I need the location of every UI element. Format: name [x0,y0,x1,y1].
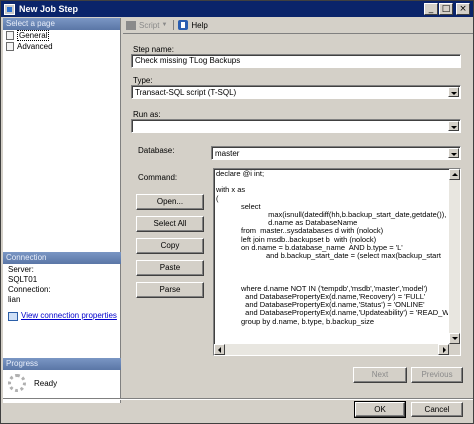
select-all-button[interactable]: Select All [136,216,204,232]
paste-button[interactable]: Paste [136,260,204,276]
type-select[interactable]: Transact-SQL script (T-SQL) [131,85,461,99]
progress-spinner-icon [8,374,26,392]
page-item-label: General [17,30,50,41]
run-as-select[interactable] [131,119,461,133]
script-icon [126,20,136,30]
connection-details: Server: SQLT01 Connection: lian View con… [3,265,121,321]
type-select-value: Transact-SQL script (T-SQL) [135,88,237,97]
page-item-advanced[interactable]: Advanced [3,41,120,52]
view-connection-properties-label: View connection properties [21,311,117,320]
command-line [216,178,448,186]
chevron-down-icon[interactable] [448,87,459,97]
toolbar-separator [173,20,175,30]
database-select-value: master [215,149,240,158]
type-label: Type: [133,76,153,85]
connection-value: lian [8,295,21,304]
connection-header: Connection [3,252,121,264]
page-icon [6,42,14,51]
cancel-button[interactable]: Cancel [411,402,463,417]
command-line: group by d.name, b.type, b.backup_size [216,316,375,326]
command-line: with x as [216,185,246,195]
title-bar[interactable]: New Job Step _ □ × [1,1,473,17]
progress-status: Ready [8,374,57,392]
scroll-down-icon[interactable] [449,333,460,344]
parse-button[interactable]: Parse [136,282,204,298]
command-line: and b.backup_start_date = (select max(ba… [216,251,441,261]
chevron-down-icon[interactable] [448,121,459,131]
ok-button[interactable]: OK [354,401,406,418]
job-step-window: New Job Step _ □ × Select a page General… [0,0,474,424]
run-as-label: Run as: [133,110,161,119]
view-connection-properties-link[interactable]: View connection properties [8,311,121,321]
server-value: SQLT01 [8,275,38,284]
scroll-right-icon[interactable] [438,344,449,355]
open-button[interactable]: Open... [136,194,204,210]
close-button[interactable]: × [456,3,470,15]
scrollbar-corner [449,344,460,355]
connection-section: Connection [3,252,121,264]
select-page-header: Select a page [3,18,120,30]
maximize-button[interactable]: □ [439,3,453,15]
footer-divider [3,398,473,400]
window-title: New Job Step [19,4,79,14]
toolbar: Script ▼ Help [123,18,473,32]
server-label: Server: [8,265,34,274]
scroll-left-icon[interactable] [214,344,225,355]
page-icon [6,31,14,40]
chevron-down-icon[interactable] [448,148,459,158]
connection-properties-icon [8,311,18,321]
command-line: declare @i int; [216,170,265,178]
left-pane: Select a page General Advanced Connectio… [3,18,121,403]
copy-button[interactable]: Copy [136,238,204,254]
page-item-label: Advanced [17,42,53,51]
vertical-scrollbar[interactable] [449,169,460,344]
step-name-label: Step name: [133,45,174,54]
horizontal-scrollbar[interactable] [214,344,449,355]
database-select[interactable]: master [211,146,461,160]
command-text: declare @i int; with x as( select max(is… [216,170,448,342]
progress-status-text: Ready [34,378,58,388]
database-label: Database: [138,146,175,155]
script-button[interactable]: Script [139,21,159,30]
help-button[interactable]: Help [191,21,207,30]
command-label: Command: [138,173,178,182]
step-name-input[interactable]: Check missing TLog Backups [131,54,461,68]
command-line [216,260,448,268]
job-step-icon [4,3,15,15]
minimize-button[interactable]: _ [424,3,438,15]
connection-label: Connection: [8,285,51,294]
script-dropdown-arrow-icon[interactable]: ▼ [161,22,167,28]
next-button[interactable]: Next [353,367,407,383]
page-item-general[interactable]: General [3,30,120,41]
progress-section: Progress [3,358,121,370]
command-textarea[interactable]: declare @i int; with x as( select max(is… [213,168,461,356]
command-line [216,268,448,276]
toolbar-divider [123,33,473,34]
previous-button[interactable]: Previous [411,367,463,383]
scroll-up-icon[interactable] [449,169,460,180]
progress-header: Progress [3,358,121,370]
help-icon [178,20,189,30]
